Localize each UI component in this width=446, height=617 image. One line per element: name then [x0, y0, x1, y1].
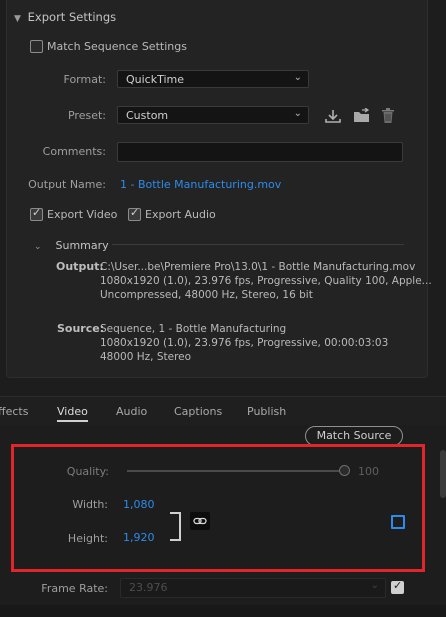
collapse-chevron-icon: ▼ — [14, 14, 21, 24]
checkmark-icon: ✓ — [393, 579, 403, 592]
tab-captions[interactable]: Captions — [174, 405, 222, 418]
collapse-chevron-icon: ⌄ — [34, 242, 42, 252]
output-summary-line: C:\User...be\Premiere Pro\13.0\1 - Bottl… — [100, 261, 416, 273]
export-audio-label: Export Audio — [145, 208, 216, 221]
import-preset-icon[interactable] — [352, 108, 372, 124]
export-video-label: Export Video — [47, 208, 118, 221]
format-dropdown[interactable]: QuickTime ⌄ — [117, 70, 309, 88]
frame-rate-checkbox[interactable]: ✓ — [391, 579, 404, 594]
match-source-button[interactable]: Match Source — [305, 426, 403, 446]
source-summary-label: Source: — [57, 322, 105, 335]
output-summary: C:\User...be\Premiere Pro\13.0\1 - Bottl… — [100, 260, 432, 302]
output-summary-label: Output: — [56, 260, 104, 273]
match-sequence-label: Match Sequence Settings — [47, 40, 187, 53]
output-summary-line: Uncompressed, 48000 Hz, Stereo, 16 bit — [100, 289, 313, 301]
format-value: QuickTime — [126, 73, 185, 86]
tab-video[interactable]: Video — [57, 405, 88, 422]
output-name-label: Output Name: — [28, 178, 106, 191]
preset-label: Preset: — [67, 109, 106, 122]
format-label: Format: — [63, 73, 106, 86]
tab-effects[interactable]: ffects — [0, 405, 28, 418]
save-preset-icon[interactable] — [324, 108, 342, 124]
source-summary-line: Sequence, 1 - Bottle Manufacturing — [100, 323, 287, 335]
export-settings-header[interactable]: ▼ Export Settings — [14, 10, 116, 24]
summary-title: Summary — [55, 239, 109, 252]
frame-rate-dropdown[interactable]: 23.976 ⌄ — [120, 578, 386, 598]
source-summary-line: 48000 Hz, Stereo — [100, 351, 192, 363]
export-video-checkbox[interactable] — [30, 206, 43, 221]
summary-header[interactable]: ⌄ Summary — [34, 239, 109, 252]
highlight-box — [11, 444, 425, 572]
export-audio-checkbox[interactable] — [128, 206, 141, 221]
delete-preset-icon[interactable] — [381, 107, 395, 124]
scrollbar-thumb[interactable] — [440, 450, 446, 498]
preset-dropdown[interactable]: Custom ⌄ — [117, 106, 309, 124]
tab-audio[interactable]: Audio — [116, 405, 147, 418]
chevron-down-icon: ⌄ — [370, 580, 379, 591]
frame-rate-label: Frame Rate: — [41, 582, 108, 595]
export-settings-title: Export Settings — [27, 10, 117, 24]
comments-label: Comments: — [42, 145, 106, 158]
chevron-down-icon: ⌄ — [293, 108, 302, 119]
source-summary-line: 1080x1920 (1.0), 23.976 fps, Progressive… — [100, 337, 389, 349]
settings-tabs: ffects Video Audio Captions Publish — [0, 396, 446, 425]
output-name-link[interactable]: 1 - Bottle Manufacturing.mov — [120, 178, 281, 191]
bottom-bar — [0, 605, 446, 617]
tab-publish[interactable]: Publish — [247, 405, 286, 418]
preset-value: Custom — [126, 109, 169, 122]
summary-divider — [112, 244, 404, 245]
frame-rate-value: 23.976 — [129, 581, 168, 594]
chevron-down-icon: ⌄ — [293, 72, 302, 83]
source-summary: Sequence, 1 - Bottle Manufacturing 1080x… — [100, 322, 388, 364]
match-sequence-checkbox[interactable] — [30, 40, 43, 53]
output-summary-line: 1080x1920 (1.0), 23.976 fps, Progressive… — [100, 275, 432, 287]
comments-input[interactable] — [117, 142, 403, 162]
